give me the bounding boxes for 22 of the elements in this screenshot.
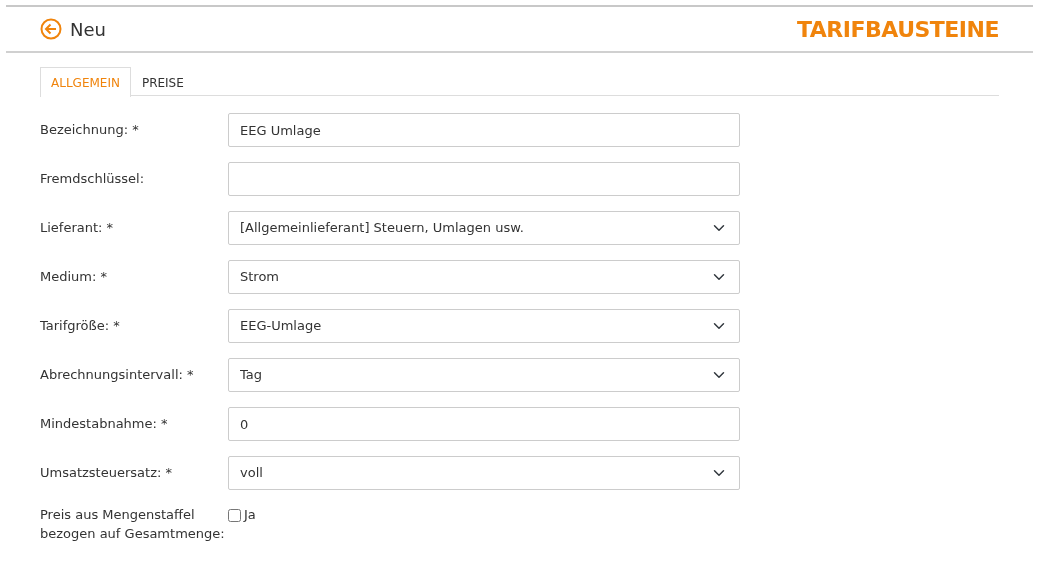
input-field[interactable]: 0 [228, 407, 740, 441]
field-label: Tarifgröße: * [40, 317, 121, 335]
input-field[interactable]: EEG Umlage [228, 113, 740, 147]
select-field[interactable]: [Allgemeinlieferant] Steuern, Umlagen usw. [228, 211, 740, 245]
section-title: TARIFBAUSTEINE [797, 15, 999, 44]
page-title: Neu [70, 17, 106, 42]
field-label: Mindestabnahme: * [40, 415, 169, 433]
field-label: Medium: * [40, 268, 108, 286]
field-label: Abrechnungsintervall: * [40, 366, 195, 384]
tab[interactable]: PREISE [130, 67, 195, 96]
field-label: Lieferant: * [40, 219, 115, 237]
select-field[interactable]: EEG-Umlage [228, 309, 740, 343]
field-label: Fremdschlüssel: [40, 170, 146, 188]
checkbox[interactable] [228, 509, 241, 522]
input-field[interactable] [228, 162, 740, 196]
field-label: Umsatzsteuersatz: * [40, 464, 173, 482]
select-field[interactable]: Strom [228, 260, 740, 294]
select-field[interactable]: Tag [228, 358, 740, 392]
field-label: Preis aus Mengenstaffel bezogen auf Gesamtmenge: [40, 506, 226, 543]
field-label: Bezeichnung: * [40, 121, 140, 139]
checkbox-label: Ja [244, 506, 256, 524]
select-field[interactable]: voll [228, 456, 740, 490]
